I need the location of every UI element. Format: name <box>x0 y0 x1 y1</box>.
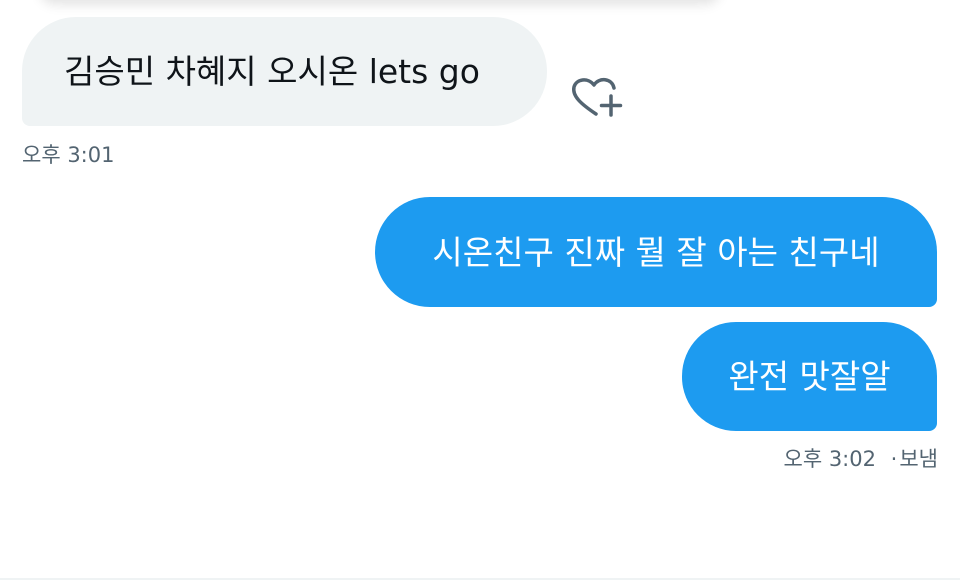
message-text: 김승민 차혜지 오시온 lets go <box>64 52 480 91</box>
message-text: 시온친구 진짜 뭘 잘 아는 친구네 <box>432 232 880 272</box>
received-timestamp: 오후 3:01 <box>22 143 115 167</box>
add-reaction-button[interactable] <box>566 72 626 122</box>
sent-message-bubble[interactable]: 시온친구 진짜 뭘 잘 아는 친구네 <box>375 197 937 307</box>
sent-status-label: 보냄 <box>899 447 938 471</box>
divider <box>0 578 960 580</box>
status-separator: · <box>890 447 898 471</box>
message-text: 완전 맛잘알 <box>728 357 891 396</box>
sent-timestamp: 오후 3:02 <box>783 447 876 471</box>
sent-message-bubble[interactable]: 완전 맛잘알 <box>682 322 937 431</box>
heart-plus-icon <box>572 78 623 117</box>
received-message-bubble[interactable]: 김승민 차혜지 오시온 lets go <box>22 17 547 126</box>
sent-status: 오후 3:02 ·보냄 <box>784 443 939 473</box>
